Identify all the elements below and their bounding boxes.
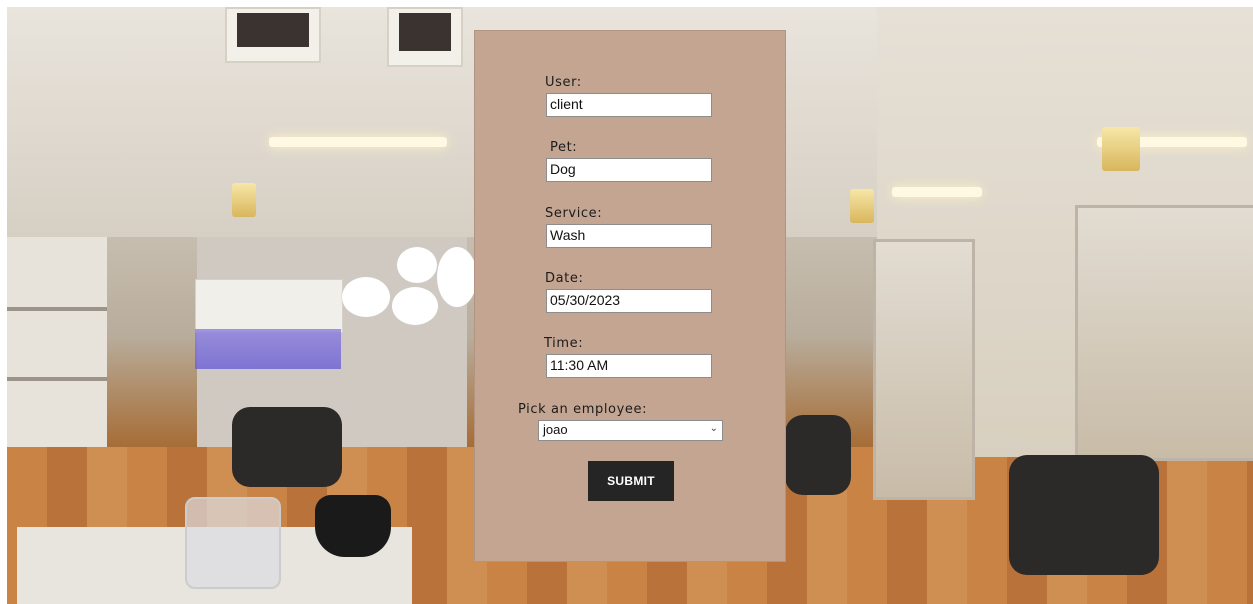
chevron-down-icon: ⌄ — [709, 423, 718, 434]
orchid-flower — [437, 247, 477, 307]
service-field[interactable]: Wash — [546, 224, 712, 248]
employee-selected-value: joao — [543, 422, 568, 437]
ceiling-light — [269, 137, 447, 147]
user-label: User: — [545, 75, 582, 90]
salon-chair — [232, 407, 342, 487]
purple-glow — [195, 329, 341, 369]
pendant-lamp — [850, 189, 874, 223]
orchid-flower — [342, 277, 390, 317]
date-label: Date: — [545, 271, 584, 286]
orchid-flower — [397, 247, 437, 283]
mirror — [1075, 205, 1253, 461]
appointment-form: User: client Pet: Dog Service: Wash Date… — [474, 30, 786, 562]
time-field[interactable]: 11:30 AM — [546, 354, 712, 378]
employee-label: Pick an employee: — [518, 402, 648, 417]
orchid-flower — [392, 287, 438, 325]
pet-label: Pet: — [550, 140, 578, 155]
employee-select[interactable]: joao ⌄ — [538, 420, 723, 441]
mirror — [873, 239, 975, 500]
wall-frame — [225, 7, 321, 63]
salon-chair — [785, 415, 851, 495]
service-label: Service: — [545, 206, 603, 221]
pet-field[interactable]: Dog — [546, 158, 712, 182]
vase — [315, 495, 391, 557]
mirror-light — [892, 187, 982, 197]
pendant-lamp — [232, 183, 256, 217]
pendant-lamp — [1102, 127, 1140, 171]
submit-button[interactable]: SUBMIT — [588, 461, 674, 501]
user-field[interactable]: client — [546, 93, 712, 117]
date-field[interactable]: 05/30/2023 — [546, 289, 712, 313]
cabinets — [195, 279, 343, 333]
glass-jar — [185, 497, 281, 589]
wall-frame — [387, 7, 463, 67]
salon-chair — [1009, 455, 1159, 575]
time-label: Time: — [544, 336, 584, 351]
